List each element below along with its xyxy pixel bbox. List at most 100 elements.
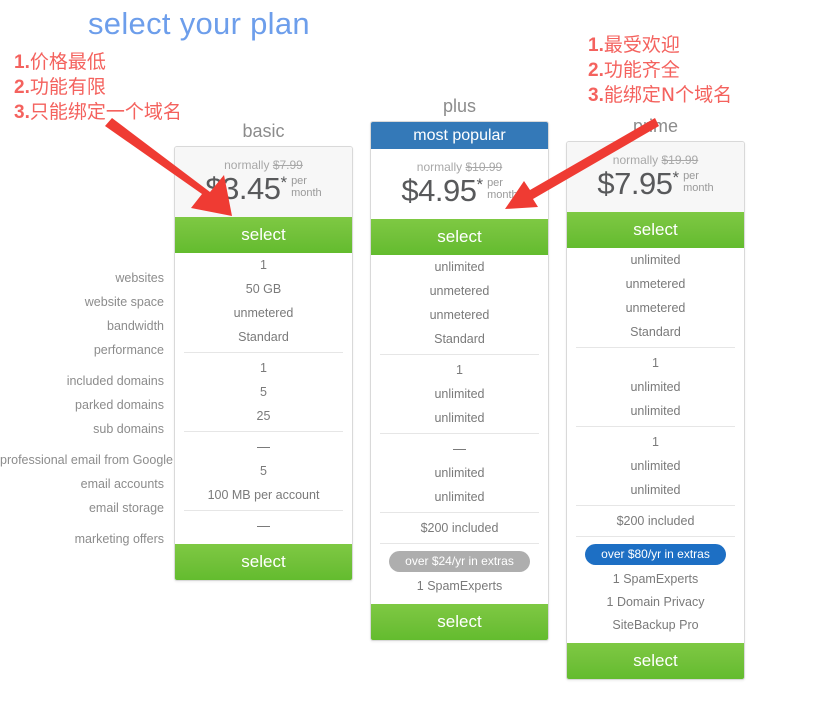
price-asterisk-prime: * (672, 168, 680, 187)
feature-value-professional-email (371, 437, 548, 461)
feature-value-sub-domains: unlimited (434, 411, 485, 425)
per-word: per (683, 170, 699, 182)
annotation-left-text-2: 功能有限 (29, 76, 106, 98)
annotation-right-line-2: 2.功能齐全 (588, 58, 732, 83)
feature-divider (380, 543, 539, 544)
select-button-prime-bottom[interactable]: select (567, 643, 744, 679)
price-line-prime: $7.95 * per month (567, 168, 744, 199)
extra-item-spamexperts: 1 SpamExperts (416, 579, 503, 593)
annotation-right-num-2: 2. (588, 60, 604, 81)
select-button-plus-top[interactable]: select (371, 219, 548, 255)
price-line-plus: $4.95 * per month (371, 175, 548, 206)
price-line-basic: $3.45 * per month (175, 173, 352, 204)
normally-price-basic: normally $7.99 (175, 158, 352, 172)
feature-label-column: websites website space bandwidth perform… (0, 266, 173, 551)
annotation-right-text-3: 能绑定N个域名 (603, 84, 733, 106)
plan-name-basic: basic (242, 121, 285, 141)
normally-prefix: normally (416, 160, 463, 174)
feature-values-basic: 1 50 GB unmetered Standard 1 5 25 5 100 … (175, 253, 352, 544)
feature-value-sub-domains: unlimited (630, 404, 681, 418)
annotation-left-line-3: 3.只能绑定一个域名 (14, 100, 182, 125)
annotation-left-num-2: 2. (14, 77, 30, 98)
feature-value-website-space: unmetered (625, 277, 686, 291)
feature-value-email-accounts: 5 (260, 464, 267, 478)
plan-name-plus: plus (442, 96, 477, 116)
extras-pill-plus: over $24/yr in extras (389, 551, 530, 572)
price-asterisk-basic: * (280, 173, 288, 192)
annotation-left-line-2: 2.功能有限 (14, 75, 182, 100)
feature-divider (576, 536, 735, 537)
price-amount-prime: $7.95 (597, 166, 673, 201)
feature-divider (184, 352, 343, 353)
feature-divider (576, 505, 735, 506)
feature-label-performance: performance (93, 343, 164, 357)
feature-values-prime: unlimited unmetered unmetered Standard 1… (567, 248, 744, 643)
extras-pill-row-prime: over $80/yr in extras (567, 540, 744, 568)
annotation-right-num-1: 1. (588, 35, 604, 56)
normally-prefix: normally (612, 153, 659, 167)
feature-value-websites: unlimited (434, 260, 485, 274)
normally-price-prime: normally $19.99 (567, 153, 744, 167)
extras-pill-row-plus: over $24/yr in extras (371, 547, 548, 575)
plan-card-body-basic: normally $7.99 $3.45 * per month select … (174, 146, 353, 581)
dash-mark (257, 447, 270, 449)
select-button-basic-bottom[interactable]: select (175, 544, 352, 580)
normally-amount: $10.99 (465, 160, 503, 174)
feature-value-website-space: unmetered (429, 284, 490, 298)
normally-amount: $19.99 (661, 153, 699, 167)
annotation-left: 1.价格最低 2.功能有限 3.只能绑定一个域名 (14, 50, 182, 125)
feature-value-included-domains: 1 (652, 356, 659, 370)
annotation-left-num-1: 1. (14, 52, 30, 73)
feature-value-marketing-offers: $200 included (420, 521, 499, 535)
feature-divider (184, 431, 343, 432)
feature-value-email-accounts: unlimited (434, 466, 485, 480)
annotation-right: 1.最受欢迎 2.功能齐全 3.能绑定N个域名 (588, 33, 732, 108)
feature-value-performance: Standard (630, 325, 681, 339)
price-amount-basic: $3.45 (205, 171, 281, 206)
feature-value-professional-email (175, 435, 352, 459)
feature-value-bandwidth: unmetered (233, 306, 294, 320)
per-month-basic: per month (291, 175, 322, 199)
annotation-left-num-3: 3. (14, 102, 30, 123)
feature-divider (576, 347, 735, 348)
feature-value-email-storage: unlimited (434, 490, 485, 504)
feature-value-professional-email: 1 (652, 435, 659, 449)
select-button-prime-top[interactable]: select (567, 212, 744, 248)
feature-divider (380, 512, 539, 513)
most-popular-badge: most popular (371, 122, 548, 149)
plan-card-body-prime: normally $19.99 $7.95 * per month select… (566, 141, 745, 680)
per-month-prime: per month (683, 170, 714, 194)
feature-label-email-accounts: email accounts (80, 477, 164, 491)
feature-value-email-storage: 100 MB per account (207, 488, 320, 502)
dash-mark (453, 449, 466, 451)
feature-value-website-space: 50 GB (245, 282, 282, 296)
feature-value-included-domains: 1 (456, 363, 463, 377)
select-button-plus-bottom[interactable]: select (371, 604, 548, 640)
select-button-basic-top[interactable]: select (175, 217, 352, 253)
price-box-basic: normally $7.99 $3.45 * per month (175, 147, 352, 217)
price-box-plus: normally $10.99 $4.95 * per month (371, 149, 548, 219)
feature-label-parked-domains: parked domains (75, 398, 164, 412)
month-word: month (291, 186, 322, 199)
feature-label-sub-domains: sub domains (93, 422, 164, 436)
feature-value-performance: Standard (434, 332, 485, 346)
feature-value-performance: Standard (238, 330, 289, 344)
page-title: select your plan (88, 6, 310, 41)
feature-divider (380, 354, 539, 355)
plan-card-prime: prime normally $19.99 $7.95 * per month … (566, 115, 745, 680)
feature-divider (576, 426, 735, 427)
feature-value-websites: 1 (260, 258, 267, 272)
feature-value-bandwidth: unmetered (429, 308, 490, 322)
price-box-prime: normally $19.99 $7.95 * per month (567, 142, 744, 212)
extras-pill-prime: over $80/yr in extras (585, 544, 726, 565)
feature-value-sub-domains: 25 (256, 409, 271, 423)
feature-value-parked-domains: unlimited (630, 380, 681, 394)
feature-value-email-accounts: unlimited (630, 459, 681, 473)
annotation-left-text-3: 只能绑定一个域名 (29, 101, 182, 123)
annotation-left-line-1: 1.价格最低 (14, 50, 182, 75)
feature-value-included-domains: 1 (260, 361, 267, 375)
dash-mark (257, 526, 270, 528)
feature-label-websites: websites (115, 271, 164, 285)
feature-value-parked-domains: 5 (260, 385, 267, 399)
normally-price-plus: normally $10.99 (371, 160, 548, 174)
